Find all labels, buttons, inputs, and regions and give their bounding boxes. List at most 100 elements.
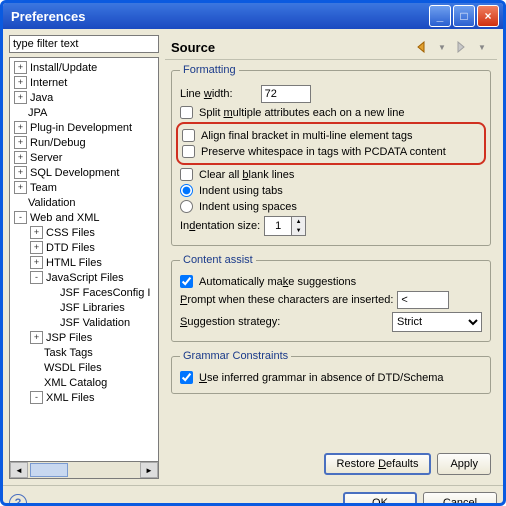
tree-item-label: JSP Files xyxy=(46,332,92,344)
tree-item-label: JSF Validation xyxy=(60,317,130,329)
tree-item-label: Task Tags xyxy=(44,347,93,359)
align-final-checkbox[interactable]: Align final bracket in multi-line elemen… xyxy=(182,129,413,142)
grammar-legend: Grammar Constraints xyxy=(180,350,291,362)
tree-spacer xyxy=(46,302,57,313)
titlebar[interactable]: Preferences _ □ × xyxy=(3,3,503,29)
use-inferred-checkbox[interactable]: Use inferred grammar in absence of DTD/S… xyxy=(180,371,444,384)
tree-item[interactable]: JPA xyxy=(10,105,158,120)
expand-icon[interactable]: + xyxy=(14,136,27,149)
stepper-down-icon[interactable]: ▼ xyxy=(291,226,305,235)
tree-hscrollbar[interactable]: ◄ ► xyxy=(9,462,159,479)
preserve-ws-checkbox[interactable]: Preserve whitespace in tags with PCDATA … xyxy=(182,145,446,158)
tree-item[interactable]: -JavaScript Files xyxy=(10,270,158,285)
expand-icon[interactable]: + xyxy=(14,91,27,104)
tree-item[interactable]: -Web and XML xyxy=(10,210,158,225)
tree-item[interactable]: +Team xyxy=(10,180,158,195)
expand-icon[interactable]: + xyxy=(14,181,27,194)
page-button-row: Restore Defaults Apply xyxy=(165,449,497,479)
nav-forward-icon[interactable] xyxy=(453,39,471,55)
filter-input[interactable] xyxy=(9,35,159,53)
tree-item[interactable]: +SQL Development xyxy=(10,165,158,180)
content-assist-legend: Content assist xyxy=(180,254,256,266)
expand-icon[interactable]: + xyxy=(14,76,27,89)
tree-item[interactable]: JSF Libraries xyxy=(10,300,158,315)
tree-item-label: DTD Files xyxy=(46,242,95,254)
scroll-left-icon[interactable]: ◄ xyxy=(10,462,28,478)
page-title: Source xyxy=(171,40,411,55)
close-button[interactable]: × xyxy=(477,5,499,27)
expand-icon[interactable]: + xyxy=(14,151,27,164)
tree-item[interactable]: +Server xyxy=(10,150,158,165)
auto-suggest-checkbox[interactable]: Automatically make suggestions xyxy=(180,275,356,288)
preferences-tree[interactable]: +Install/Update+Internet+JavaJPA+Plug-in… xyxy=(9,57,159,462)
collapse-icon[interactable]: - xyxy=(30,391,43,404)
nav-back-icon[interactable] xyxy=(413,39,431,55)
restore-defaults-button[interactable]: Restore Defaults xyxy=(324,453,432,475)
tree-item[interactable]: WSDL Files xyxy=(10,360,158,375)
expand-icon[interactable]: + xyxy=(30,256,43,269)
nav-forward-menu-icon[interactable]: ▼ xyxy=(473,39,491,55)
strategy-select[interactable]: Strict xyxy=(392,312,482,332)
tree-item[interactable]: +Plug-in Development xyxy=(10,120,158,135)
left-pane: +Install/Update+Internet+JavaJPA+Plug-in… xyxy=(9,35,159,479)
clear-blank-checkbox[interactable]: Clear all blank lines xyxy=(180,168,294,181)
tree-item-label: Web and XML xyxy=(30,212,100,224)
tree-item[interactable]: -XML Files xyxy=(10,390,158,405)
tree-item[interactable]: JSF Validation xyxy=(10,315,158,330)
tree-spacer xyxy=(30,362,41,373)
tree-spacer xyxy=(30,377,41,388)
tree-item[interactable]: +CSS Files xyxy=(10,225,158,240)
page-header: Source ▼ ▼ xyxy=(165,35,497,60)
formatting-group: Formatting Line width: Split multiple at… xyxy=(171,64,491,246)
tree-spacer xyxy=(46,287,57,298)
tree-item-label: HTML Files xyxy=(46,257,102,269)
tree-item[interactable]: +DTD Files xyxy=(10,240,158,255)
expand-icon[interactable]: + xyxy=(30,331,43,344)
indent-spaces-radio[interactable]: Indent using spaces xyxy=(180,200,297,213)
right-pane: Source ▼ ▼ Formatting Line width: Split … xyxy=(165,35,497,479)
expand-icon[interactable]: + xyxy=(14,166,27,179)
tree-item[interactable]: JSF FacesConfig I xyxy=(10,285,158,300)
scroll-right-icon[interactable]: ► xyxy=(140,462,158,478)
minimize-button[interactable]: _ xyxy=(429,5,451,27)
content-assist-group: Content assist Automatically make sugges… xyxy=(171,254,491,342)
tree-item[interactable]: +Java xyxy=(10,90,158,105)
tree-item[interactable]: Validation xyxy=(10,195,158,210)
apply-button[interactable]: Apply xyxy=(437,453,491,475)
tree-item-label: WSDL Files xyxy=(44,362,102,374)
tree-item[interactable]: +JSP Files xyxy=(10,330,158,345)
collapse-icon[interactable]: - xyxy=(14,211,27,224)
ok-button[interactable]: OK xyxy=(343,492,417,506)
help-icon[interactable]: ? xyxy=(9,494,27,506)
tree-item[interactable]: XML Catalog xyxy=(10,375,158,390)
indent-size-label: Indentation size: xyxy=(180,220,260,232)
tree-item[interactable]: +Internet xyxy=(10,75,158,90)
expand-icon[interactable]: + xyxy=(14,61,27,74)
maximize-button[interactable]: □ xyxy=(453,5,475,27)
tree-item[interactable]: +Install/Update xyxy=(10,60,158,75)
formatting-legend: Formatting xyxy=(180,64,239,76)
collapse-icon[interactable]: - xyxy=(30,271,43,284)
tree-item-label: XML Catalog xyxy=(44,377,107,389)
tree-item-label: Plug-in Development xyxy=(30,122,132,134)
prompt-chars-input[interactable] xyxy=(397,291,449,309)
stepper-up-icon[interactable]: ▲ xyxy=(291,217,305,226)
tree-item[interactable]: +Run/Debug xyxy=(10,135,158,150)
expand-icon[interactable]: + xyxy=(30,226,43,239)
tree-spacer xyxy=(46,317,57,328)
grammar-group: Grammar Constraints Use inferred grammar… xyxy=(171,350,491,394)
indent-size-stepper[interactable]: ▲▼ xyxy=(264,216,306,236)
cancel-button[interactable]: Cancel xyxy=(423,492,497,506)
indent-tabs-radio[interactable]: Indent using tabs xyxy=(180,184,283,197)
tree-item-label: JSF Libraries xyxy=(60,302,125,314)
indent-size-input[interactable] xyxy=(265,217,291,235)
split-attrs-checkbox[interactable]: Split multiple attributes each on a new … xyxy=(180,106,404,119)
line-width-input[interactable] xyxy=(261,85,311,103)
tree-spacer xyxy=(14,107,25,118)
scroll-thumb[interactable] xyxy=(30,463,68,477)
expand-icon[interactable]: + xyxy=(14,121,27,134)
tree-item[interactable]: Task Tags xyxy=(10,345,158,360)
expand-icon[interactable]: + xyxy=(30,241,43,254)
nav-back-menu-icon[interactable]: ▼ xyxy=(433,39,451,55)
tree-item[interactable]: +HTML Files xyxy=(10,255,158,270)
